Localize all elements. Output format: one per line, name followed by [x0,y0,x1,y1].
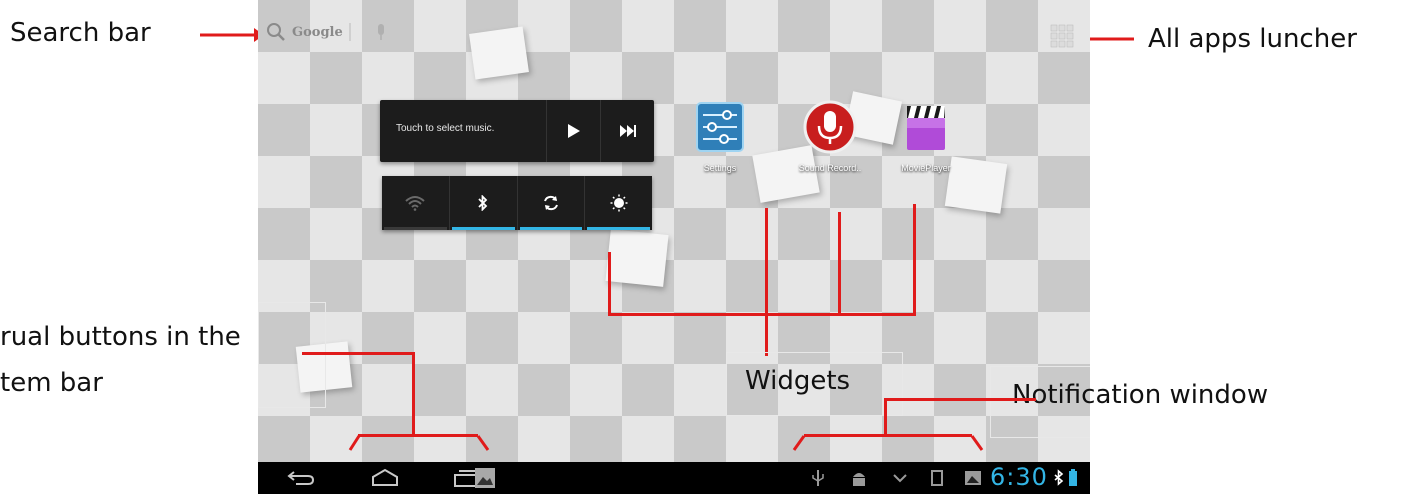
widgets-callout-line [608,313,916,316]
sync-icon [543,195,558,211]
brightness-icon [610,194,628,212]
notification-callout-line [884,398,887,436]
widgets-callout-line [765,208,768,356]
annotation-notification-window: Notification window [1012,380,1269,410]
widgets-callout-line [913,204,916,316]
wallpaper-cube [469,26,529,80]
battery-icon [1069,469,1077,486]
notification-callout-ticks [792,435,984,451]
music-status-text: Touch to select music. [396,123,495,134]
back-icon[interactable] [286,468,316,488]
microphone-icon [803,100,857,154]
wifi-toggle[interactable] [382,176,450,230]
annotation-search-bar: Search bar [10,18,151,48]
app-shortcut-movie-player[interactable]: MoviePlayer [886,100,966,173]
system-clock[interactable]: 6:30 [990,463,1048,491]
system-bar: 6:30 [258,462,1090,494]
sync-state-bar [519,227,583,230]
app-shortcut-settings[interactable]: Settings [680,100,760,173]
widgets-callout-line [608,252,611,316]
next-track-icon [620,125,636,137]
android-debug-icon [853,473,865,486]
widgets-callout-line [838,212,841,316]
wifi-state-bar [384,227,447,230]
wallpaper-cube [605,229,669,287]
notification-callout-line [1014,398,1036,401]
bluetooth-status-icon [1054,469,1064,486]
virtual-buttons-callout-line [302,352,414,355]
power-control-widget [382,176,652,230]
search-provider-label: Google [292,24,343,40]
play-icon [568,124,580,138]
annotation-virtual-buttons-line2: tem bar [0,368,103,398]
notification-callout-line [884,398,1016,401]
search-icon [267,23,285,41]
app-shortcut-sound-recorder[interactable]: Sound Record.. [790,100,870,173]
screenshot-notification-icon [965,471,981,485]
annotation-widgets: Widgets [745,366,851,396]
virtual-buttons-callout-ticks [348,435,490,451]
app-label: MoviePlayer [901,163,951,173]
usb-icon [812,470,824,486]
bluetooth-icon [478,195,488,211]
divider [349,23,351,41]
annotation-virtual-buttons-line1: rual buttons in the [0,322,241,352]
settings-icon [696,102,744,152]
download-chevron-icon [893,474,907,483]
sync-toggle[interactable] [518,176,586,230]
clapperboard-icon [907,106,945,150]
brightness-state-bar [587,227,650,230]
virtual-buttons-callout-line [412,352,415,436]
app-label: Sound Record.. [798,163,862,173]
search-bar[interactable]: Google [266,22,387,42]
all-apps-icon[interactable] [1050,24,1074,48]
annotation-all-apps: All apps luncher [1148,24,1357,54]
sd-card-icon [931,470,943,486]
bluetooth-state-bar [451,227,515,230]
screenshot-icon[interactable] [474,467,496,489]
bluetooth-toggle[interactable] [450,176,518,230]
tablet-screen: Google Touch to select music. Settings S… [258,0,1090,494]
home-icon[interactable] [370,468,400,488]
app-label: Settings [703,163,737,173]
search-arrow [200,28,264,42]
music-widget[interactable]: Touch to select music. [380,100,654,162]
voice-search-icon[interactable] [375,22,387,42]
annotation-box [258,302,326,408]
wifi-icon [405,196,426,211]
brightness-toggle[interactable] [585,176,652,230]
next-track-button[interactable] [600,100,655,162]
play-button[interactable] [546,100,601,162]
